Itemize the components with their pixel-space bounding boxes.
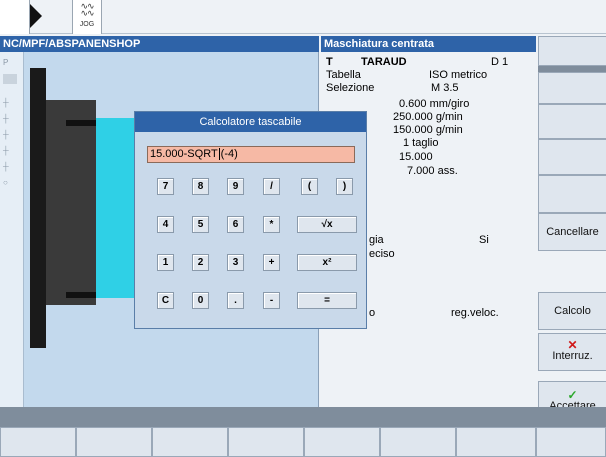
x-icon: ✕ bbox=[567, 338, 578, 352]
param-label: gia bbox=[369, 234, 384, 246]
program-path: NC/MPF/ABSPANENSHOP bbox=[0, 36, 319, 52]
softkey-3[interactable] bbox=[538, 104, 606, 139]
dialog-title: Calcolatore tascabile bbox=[135, 112, 366, 132]
graphic-left-strip: P ┼ ┼ ┼ ┼ ┼ ○ bbox=[0, 52, 24, 407]
interrupt-button[interactable]: ✕ Interruz. bbox=[538, 333, 606, 371]
clamp-bottom bbox=[66, 292, 96, 298]
key-2[interactable]: 2 bbox=[192, 254, 209, 271]
tool-icon: ┼ bbox=[3, 130, 9, 139]
tool-name[interactable]: TARAUD bbox=[361, 56, 407, 68]
bottom-softkey-5[interactable] bbox=[304, 427, 380, 457]
param-label: eciso bbox=[369, 248, 395, 260]
d-value[interactable]: D 1 bbox=[491, 56, 508, 68]
key-plus[interactable]: + bbox=[263, 254, 280, 271]
input-text-after: (-4) bbox=[220, 148, 238, 160]
softkey-1[interactable] bbox=[538, 36, 606, 66]
bottom-softkey-8[interactable] bbox=[536, 427, 606, 457]
pocket-calculator-dialog: Calcolatore tascabile 15.000-SQRT (-4) 7 … bbox=[134, 111, 367, 329]
key-3[interactable]: 3 bbox=[227, 254, 244, 271]
key-9[interactable]: 9 bbox=[227, 178, 244, 195]
interrupt-label: Interruz. bbox=[552, 350, 593, 362]
key-1[interactable]: 1 bbox=[157, 254, 174, 271]
tabella-value[interactable]: ISO metrico bbox=[429, 69, 487, 81]
input-text-before: 15.000-SQRT bbox=[150, 148, 218, 160]
bottom-softkey-3[interactable] bbox=[152, 427, 228, 457]
check-icon: ✓ bbox=[567, 388, 578, 402]
bottom-separator bbox=[0, 407, 606, 427]
param-row[interactable]: 0.600 mm/giro bbox=[399, 98, 469, 110]
key-6[interactable]: 6 bbox=[227, 216, 244, 233]
softkey-5[interactable] bbox=[538, 175, 606, 213]
key-equals[interactable]: = bbox=[297, 292, 357, 309]
param-row[interactable]: 7.000 ass. bbox=[407, 165, 458, 177]
jog-label: JOG bbox=[79, 21, 95, 28]
param-row[interactable]: 15.000 bbox=[399, 151, 433, 163]
selezione-label: Selezione bbox=[326, 82, 375, 94]
key-clear[interactable]: C bbox=[157, 292, 174, 309]
bottom-softkey-4[interactable] bbox=[228, 427, 304, 457]
tool-icon: ┼ bbox=[3, 162, 9, 171]
tool-icon: ┼ bbox=[3, 146, 9, 155]
bottom-softkey-2[interactable] bbox=[76, 427, 152, 457]
play-arrow-icon bbox=[30, 4, 42, 28]
tap-tool-shape bbox=[96, 118, 136, 298]
key-open-paren[interactable]: ( bbox=[301, 178, 318, 195]
key-0[interactable]: 0 bbox=[192, 292, 209, 309]
param-value[interactable]: Si bbox=[479, 234, 489, 246]
tool-icon: ┼ bbox=[3, 98, 9, 107]
cycle-title: Maschiatura centrata bbox=[321, 36, 536, 52]
key-decimal[interactable]: . bbox=[227, 292, 244, 309]
key-7[interactable]: 7 bbox=[157, 178, 174, 195]
key-square[interactable]: x² bbox=[297, 254, 357, 271]
cancellare-button[interactable]: Cancellare bbox=[538, 213, 606, 251]
param-row[interactable]: 1 taglio bbox=[403, 137, 438, 149]
p-icon: P bbox=[3, 58, 9, 67]
workpiece-bore bbox=[46, 100, 96, 305]
key-multiply[interactable]: * bbox=[263, 216, 280, 233]
key-divide[interactable]: / bbox=[263, 178, 280, 195]
t-label: T bbox=[326, 56, 333, 68]
mode-indicator bbox=[0, 0, 30, 34]
softkey-4[interactable] bbox=[538, 139, 606, 175]
tool-icon: ┼ bbox=[3, 114, 9, 123]
param-value[interactable]: reg.veloc. bbox=[451, 307, 499, 319]
handwheel-icon: ∿∿ ∿∿ bbox=[80, 1, 94, 18]
jog-mode-indicator: ∿∿ ∿∿ JOG bbox=[72, 0, 102, 34]
mode-icon bbox=[3, 74, 17, 84]
bottom-softkey-1[interactable] bbox=[0, 427, 76, 457]
workpiece-shape bbox=[30, 68, 46, 348]
selezione-value[interactable]: M 3.5 bbox=[431, 82, 459, 94]
param-label: o bbox=[369, 307, 376, 319]
param-row[interactable]: 250.000 g/min bbox=[393, 111, 463, 123]
key-close-paren[interactable]: ) bbox=[336, 178, 353, 195]
calculator-input[interactable]: 15.000-SQRT (-4) bbox=[147, 146, 355, 163]
tool-icon: ○ bbox=[3, 178, 8, 187]
text-caret bbox=[218, 148, 220, 161]
bottom-softkey-6[interactable] bbox=[380, 427, 456, 457]
bottom-softkey-7[interactable] bbox=[456, 427, 536, 457]
key-5[interactable]: 5 bbox=[192, 216, 209, 233]
key-8[interactable]: 8 bbox=[192, 178, 209, 195]
param-row[interactable]: 150.000 g/min bbox=[393, 124, 463, 136]
key-minus[interactable]: - bbox=[263, 292, 280, 309]
clamp-top bbox=[66, 120, 96, 126]
key-sqrt[interactable]: √x bbox=[297, 216, 357, 233]
calcolo-button[interactable]: Calcolo bbox=[538, 292, 606, 330]
softkey-2[interactable] bbox=[538, 72, 606, 104]
key-4[interactable]: 4 bbox=[157, 216, 174, 233]
tabella-label: Tabella bbox=[326, 69, 361, 81]
